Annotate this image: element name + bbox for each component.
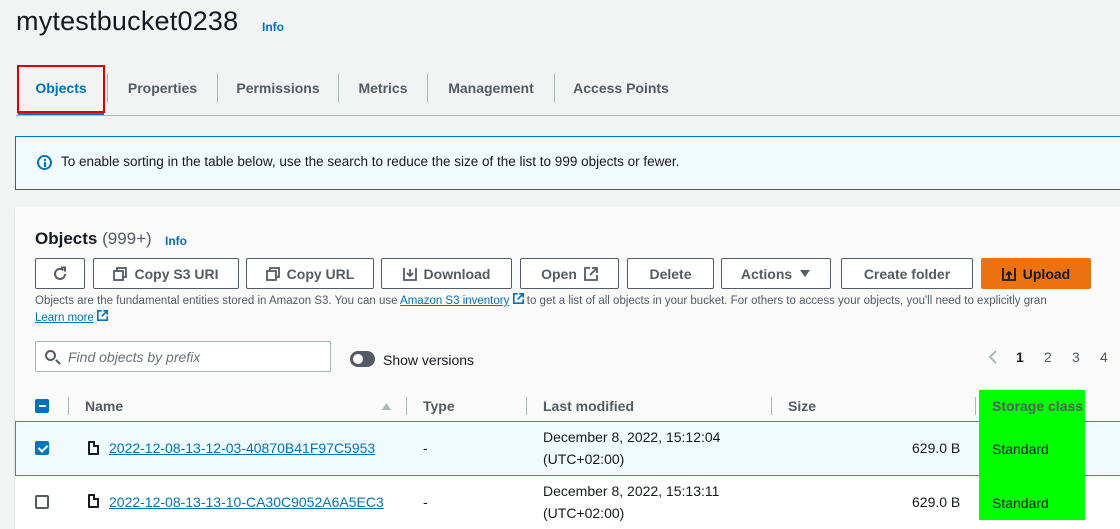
actions-dropdown[interactable]: Actions: [721, 258, 831, 289]
highlight-box: [17, 65, 105, 113]
copy-url-button[interactable]: Copy URL: [246, 258, 374, 289]
upload-button[interactable]: Upload: [981, 258, 1091, 289]
chevron-left-icon[interactable]: [987, 349, 999, 365]
row-checkbox[interactable]: [35, 441, 49, 455]
create-folder-button[interactable]: Create folder: [841, 258, 973, 289]
storage-class-highlight: Storage class Standard Standard: [979, 390, 1085, 520]
search-input[interactable]: [68, 342, 324, 371]
info-alert: To enable sorting in the table below, us…: [15, 136, 1120, 190]
objects-info-link[interactable]: Info: [165, 234, 187, 248]
page-3[interactable]: 3: [1072, 349, 1080, 365]
learn-more[interactable]: Learn more: [35, 310, 109, 324]
object-name-link[interactable]: 2022-12-08-13-13-10-CA30C9052A6A5EC3: [109, 494, 384, 510]
info-circle-icon: [37, 155, 52, 170]
object-timezone: (UTC+02:00): [543, 451, 625, 467]
external-link-icon: [97, 310, 109, 321]
page-4[interactable]: 4: [1100, 349, 1108, 365]
column-name[interactable]: Name: [85, 398, 123, 414]
refresh-icon: [54, 266, 66, 280]
object-size: 629.0 B: [912, 440, 961, 456]
show-versions-toggle[interactable]: [350, 351, 375, 367]
tab-permissions[interactable]: Permissions: [218, 66, 338, 112]
search-icon: [45, 350, 56, 361]
search-box: [35, 341, 331, 372]
object-storage-class: Standard: [992, 495, 1049, 511]
external-link-icon: [583, 266, 598, 281]
column-type[interactable]: Type: [423, 398, 455, 414]
copy-s3-uri-button[interactable]: Copy S3 URI: [93, 258, 239, 289]
show-versions-label: Show versions: [383, 352, 475, 368]
table-header: Name Type Last modified Size: [15, 389, 1120, 423]
objects-count: (999+): [102, 229, 152, 248]
alert-text: To enable sorting in the table below, us…: [61, 154, 680, 169]
page-2[interactable]: 2: [1044, 349, 1052, 365]
copy-icon: [113, 266, 128, 281]
object-date: December 8, 2022, 15:13:11: [543, 483, 720, 499]
refresh-button[interactable]: [35, 258, 85, 289]
object-date: December 8, 2022, 15:12:04: [543, 429, 721, 445]
object-storage-class: Standard: [992, 441, 1049, 457]
file-icon: [88, 494, 99, 508]
column-last-modified[interactable]: Last modified: [543, 398, 634, 414]
table-row[interactable]: 2022-12-08-13-12-03-40870B41F97C5953 - D…: [15, 421, 1120, 476]
object-size: 629.0 B: [912, 494, 961, 510]
tab-metrics[interactable]: Metrics: [339, 66, 427, 112]
object-name-link[interactable]: 2022-12-08-13-12-03-40870B41F97C5953: [109, 440, 375, 456]
objects-description: Objects are the fundamental entities sto…: [35, 293, 1047, 307]
caret-down-icon: [800, 269, 811, 277]
object-timezone: (UTC+02:00): [543, 505, 625, 521]
open-button[interactable]: Open: [520, 258, 619, 289]
object-type: -: [423, 494, 428, 510]
inventory-link[interactable]: Amazon S3 inventory: [400, 295, 509, 307]
column-size[interactable]: Size: [788, 398, 816, 414]
tab-bar: Objects Properties Permissions Metrics M…: [16, 65, 1120, 116]
download-icon: [402, 267, 417, 281]
objects-heading: Objects (999+): [35, 229, 152, 248]
external-link-icon: [512, 293, 524, 304]
delete-button[interactable]: Delete: [627, 258, 714, 289]
sort-icon[interactable]: [381, 402, 392, 411]
select-all-checkbox[interactable]: [35, 399, 49, 413]
copy-icon: [265, 266, 280, 281]
objects-panel: Objects (999+) Info Copy S3 URI Copy URL…: [15, 207, 1120, 529]
table-row[interactable]: 2022-12-08-13-13-10-CA30C9052A6A5EC3 - D…: [15, 476, 1120, 529]
tab-access-points[interactable]: Access Points: [555, 66, 687, 112]
learn-more-link[interactable]: Learn more: [35, 312, 94, 324]
page-1[interactable]: 1: [1016, 349, 1024, 365]
bucket-title: mytestbucket0238: [16, 6, 239, 36]
tab-management[interactable]: Management: [428, 66, 554, 112]
row-checkbox[interactable]: [35, 495, 49, 509]
bucket-info-link[interactable]: Info: [262, 20, 284, 34]
object-type: -: [423, 440, 428, 456]
upload-icon: [1001, 267, 1016, 281]
column-storage-class[interactable]: Storage class: [992, 398, 1083, 414]
download-button[interactable]: Download: [381, 258, 512, 289]
tab-properties[interactable]: Properties: [108, 66, 217, 112]
file-icon: [88, 441, 99, 455]
